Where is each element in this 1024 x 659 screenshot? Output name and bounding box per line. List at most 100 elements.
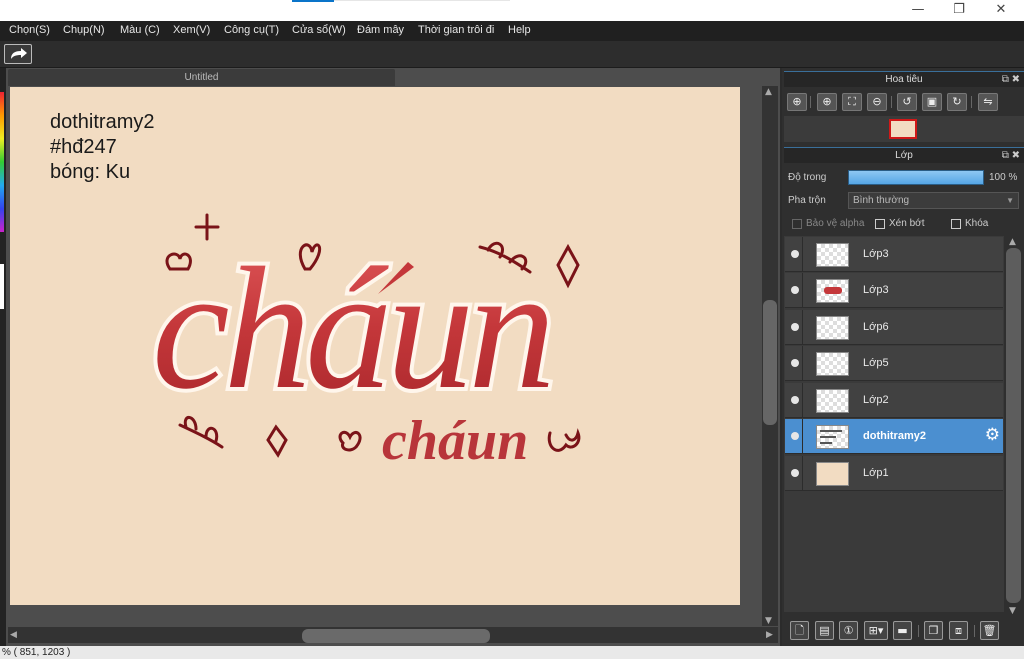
status-bar: % ( 851, 1203 ) — [0, 646, 1024, 659]
duplicate-layer-icon[interactable]: ❐ — [924, 621, 943, 640]
layer-name: dothitramy2 — [863, 430, 926, 442]
menu-window[interactable]: Cửa sổ(W) — [292, 24, 346, 36]
visibility-icon[interactable] — [791, 323, 799, 331]
lettering-artwork: cháun cháun cháun — [148, 213, 581, 472]
gear-icon[interactable]: ⚙ — [985, 427, 1000, 444]
clipping-label: Xén bớt — [889, 218, 925, 229]
scroll-right-arrow-icon[interactable]: ▶ — [766, 630, 773, 640]
layer-row-active[interactable]: dothitramy2 ⚙ — [785, 419, 1003, 454]
new-halftone-layer-icon[interactable]: ▤ — [815, 621, 834, 640]
separator — [891, 96, 892, 108]
menu-color[interactable]: Màu (C) — [120, 24, 160, 36]
layer-thumbnail — [816, 352, 849, 376]
layer-name: Lớp3 — [863, 284, 889, 296]
lock-label: Khóa — [965, 218, 989, 229]
rotate-right-icon[interactable]: ↻ — [947, 93, 967, 111]
flip-horizontal-icon[interactable]: ⇋ — [978, 93, 998, 111]
visibility-icon[interactable] — [791, 359, 799, 367]
new-layer-icon[interactable]: 🗋 — [790, 621, 809, 640]
redo-icon — [11, 48, 27, 59]
lock-checkbox[interactable] — [951, 219, 961, 229]
zoom-in-icon[interactable]: ⊕ — [817, 93, 837, 111]
protect-alpha-checkbox[interactable] — [792, 219, 802, 229]
visibility-icon[interactable] — [791, 469, 799, 477]
canvas-vertical-scroll-thumb[interactable] — [763, 300, 777, 425]
rotate-left-icon[interactable]: ↺ — [897, 93, 917, 111]
layer-thumbnail — [816, 279, 849, 303]
toolbar — [0, 41, 1024, 68]
heart-doodle-icon-3 — [547, 428, 581, 452]
minimize-button[interactable]: — — [898, 0, 938, 20]
blend-mode-label: Pha trộn — [788, 195, 826, 206]
menu-select[interactable]: Chọn(S) — [9, 24, 50, 36]
zoom-fit-icon[interactable]: ⊕ — [787, 93, 807, 111]
layer-name: Lớp2 — [863, 394, 889, 406]
menu-capture[interactable]: Chụp(N) — [63, 24, 105, 36]
layer-row[interactable]: Lớp3 — [785, 237, 1003, 272]
fullscreen-icon[interactable]: ▣ — [922, 93, 942, 111]
layer-thumbnail — [816, 243, 849, 267]
opacity-label: Độ trong — [788, 172, 827, 183]
opacity-slider[interactable] — [848, 170, 984, 185]
menu-tools[interactable]: Công cụ(T) — [224, 24, 279, 36]
protect-alpha-label: Bảo vệ alpha — [806, 218, 865, 229]
hue-slider[interactable] — [0, 92, 4, 232]
scroll-up-arrow-icon[interactable]: ▲ — [765, 87, 772, 97]
scroll-down-arrow-icon[interactable]: ▼ — [765, 616, 772, 626]
navigator-thumbnail[interactable] — [889, 119, 917, 139]
navigator-panel-controls[interactable]: ⧉ ✖ — [1002, 72, 1020, 87]
scroll-left-arrow-icon[interactable]: ◀ — [10, 630, 17, 640]
menu-cloud[interactable]: Đám mây — [357, 24, 404, 36]
visibility-icon[interactable] — [791, 250, 799, 258]
layers-panel-controls[interactable]: ⧉ ✖ — [1002, 148, 1020, 163]
layer-row[interactable]: Lớp3 — [785, 273, 1003, 308]
add-layer-dropdown-icon[interactable]: ⊞▾ — [864, 621, 888, 640]
zoom-out-icon[interactable]: ⊖ — [867, 93, 887, 111]
visibility-icon[interactable] — [791, 396, 799, 404]
redo-button[interactable] — [4, 44, 32, 64]
menu-view[interactable]: Xem(V) — [173, 24, 210, 36]
color-swatch[interactable] — [0, 264, 4, 309]
fit-window-icon[interactable]: ⛶ — [842, 93, 862, 111]
canvas-horizontal-scroll-thumb[interactable] — [302, 629, 490, 643]
artboard[interactable]: dothitramy2 #hđ247 bóng: Ku cháun cháun … — [10, 87, 740, 605]
new-1bit-layer-icon[interactable]: ① — [839, 621, 858, 640]
layer-row[interactable]: Lớp5 — [785, 346, 1003, 381]
layer-thumbnail — [816, 425, 849, 449]
close-button[interactable]: ✕ — [981, 0, 1021, 20]
restore-button[interactable]: ❐ — [939, 0, 979, 20]
layer-name: Lớp1 — [863, 467, 889, 479]
layer-name: Lớp5 — [863, 357, 889, 369]
clipping-checkbox[interactable] — [875, 219, 885, 229]
visibility-icon[interactable] — [791, 286, 799, 294]
title-accent — [292, 0, 334, 2]
blend-mode-value: Bình thường — [853, 195, 910, 206]
menu-bar: Chọn(S) Chụp(N) Màu (C) Xem(V) Công cụ(T… — [0, 21, 1024, 41]
document-tab[interactable]: Untitled — [8, 69, 395, 86]
layer-row[interactable]: Lớp2 — [785, 383, 1003, 418]
trash-icon[interactable]: 🗑 — [980, 621, 999, 640]
layer-row[interactable]: Lớp1 — [785, 456, 1003, 491]
artwork-main-word: cháun — [152, 231, 550, 425]
opacity-value: 100 % — [989, 172, 1018, 183]
folder-icon[interactable]: ▬ — [893, 621, 912, 640]
layer-name: Lớp6 — [863, 321, 889, 333]
separator — [810, 96, 811, 108]
visibility-icon[interactable] — [791, 432, 799, 440]
layers-scroll-thumb[interactable] — [1006, 248, 1021, 603]
separator — [971, 96, 972, 108]
merge-layer-icon[interactable]: ⧈ — [949, 621, 968, 640]
layers-scroll-up-icon[interactable]: ▲ — [1009, 237, 1016, 247]
sparkle-doodle-icon — [556, 243, 580, 289]
blend-mode-select[interactable]: Bình thường ▼ — [848, 192, 1019, 209]
title-bar: — ❐ ✕ — [0, 0, 1024, 21]
layer-thumbnail — [816, 462, 849, 486]
navigator-title: Hoa tiêu — [885, 74, 923, 85]
layer-name: Lớp3 — [863, 248, 889, 260]
layers-scroll-down-icon[interactable]: ▼ — [1009, 606, 1016, 616]
title-accent-line — [334, 0, 510, 1]
knot-doodle-icon — [338, 430, 362, 452]
menu-help[interactable]: Help — [508, 24, 531, 36]
layer-row[interactable]: Lớp6 — [785, 310, 1003, 345]
menu-timelapse[interactable]: Thời gian trôi đi — [418, 24, 494, 36]
